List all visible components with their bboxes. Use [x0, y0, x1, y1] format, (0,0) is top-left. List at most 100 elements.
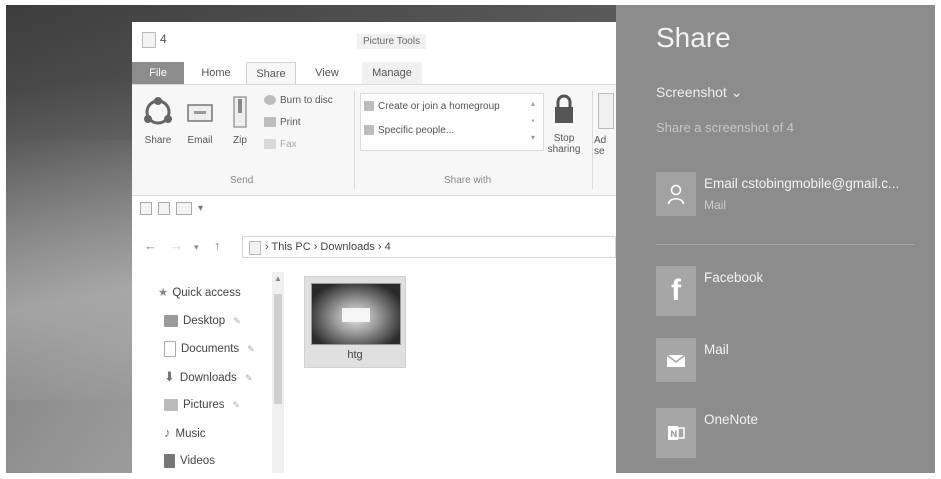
- people-icon: [364, 125, 374, 136]
- email-icon: [187, 104, 213, 122]
- scroll-up-icon[interactable]: ▲: [274, 274, 282, 283]
- up-arrow-icon[interactable]: ↑: [214, 238, 221, 253]
- share-target-mail[interactable]: Mail: [656, 338, 926, 386]
- nav-label: Downloads: [179, 372, 237, 384]
- ribbon-separator: [592, 91, 593, 189]
- ribbon-separator: [354, 91, 355, 189]
- scrollbar-thumb[interactable]: [274, 294, 282, 404]
- pin-icon[interactable]: ✎: [245, 367, 253, 389]
- address-field[interactable]: › This PC › Downloads › 4: [242, 236, 616, 258]
- nav-label: Music: [175, 428, 206, 440]
- share-button-label: Share: [144, 135, 172, 146]
- rename-icon[interactable]: [176, 202, 192, 215]
- folder-icon: [249, 241, 261, 255]
- pin-icon[interactable]: ✎: [233, 394, 241, 416]
- homegroup-icon: [364, 101, 374, 112]
- tab-file[interactable]: File: [132, 62, 184, 84]
- zip-button-label: Zip: [233, 135, 247, 146]
- advanced-security-button[interactable]: Ad se: [594, 93, 616, 157]
- onenote-icon: N: [656, 408, 696, 458]
- recent-locations-icon[interactable]: ▾: [194, 242, 199, 253]
- zip-button[interactable]: Zip: [220, 95, 260, 146]
- print-button[interactable]: Print: [264, 115, 301, 131]
- nav-label: Desktop: [183, 315, 226, 327]
- share-button[interactable]: Share: [138, 95, 178, 146]
- file-item-selected[interactable]: htg: [304, 276, 406, 368]
- nav-item-music[interactable]: ♪ Music: [164, 422, 206, 444]
- share-target-email[interactable]: Email cstobingmobile@gmail.c... Mail: [656, 172, 926, 220]
- gallery-scroll[interactable]: ▴ ▪ ▾: [528, 95, 538, 149]
- new-folder-icon[interactable]: [158, 202, 170, 215]
- nav-item-desktop[interactable]: Desktop ✎: [164, 310, 241, 332]
- music-note-icon: ♪: [164, 425, 171, 440]
- fax-button[interactable]: Fax: [264, 137, 297, 153]
- fax-icon: [264, 139, 276, 150]
- facebook-icon: f: [656, 266, 696, 316]
- person-icon: [656, 172, 696, 216]
- share-divider: [656, 244, 914, 245]
- tab-share[interactable]: Share: [246, 62, 296, 86]
- nav-item-pictures[interactable]: Pictures ✎: [164, 394, 240, 416]
- disc-icon: [264, 95, 276, 106]
- homegroup-item[interactable]: Create or join a homegroup: [364, 99, 500, 115]
- pin-icon[interactable]: ✎: [247, 338, 255, 360]
- share-title: Share: [656, 22, 731, 53]
- advanced-label-1: Ad: [594, 135, 607, 146]
- share-target-facebook[interactable]: f Facebook: [656, 266, 926, 316]
- nav-item-quick-access[interactable]: ★ Quick access: [158, 282, 241, 304]
- nav-label: Videos: [180, 455, 215, 467]
- forward-arrow-icon[interactable]: →: [170, 238, 183, 253]
- printer-icon: [264, 117, 276, 128]
- nav-item-documents[interactable]: Documents ✎: [164, 338, 255, 360]
- share-target-app: Mail: [704, 198, 727, 212]
- burn-label: Burn to disc: [280, 95, 333, 106]
- navigation-scrollbar[interactable]: ▲: [272, 272, 284, 479]
- navigation-pane: ★ Quick access Desktop ✎ Documents ✎ ⬇ Downl…: [132, 272, 282, 479]
- share-target-name: Email cstobingmobile@gmail.c...: [704, 176, 900, 191]
- email-button[interactable]: Email: [180, 95, 220, 146]
- homegroup-label: Create or join a homegroup: [378, 101, 500, 112]
- file-name: htg: [347, 349, 363, 361]
- desktop-icon: [164, 314, 178, 327]
- file-explorer-window: 4 Picture Tools File Home Share View Man…: [132, 22, 616, 479]
- image-thumbnail: [311, 283, 401, 345]
- folder-icon: [142, 32, 156, 48]
- share-target-name: OneNote: [704, 412, 759, 427]
- share-target-name: Facebook: [704, 270, 764, 285]
- ribbon: Share Email Zip Burn to disc Print Fax S…: [132, 84, 616, 196]
- stop-sharing-button[interactable]: Stop sharing: [544, 93, 584, 155]
- address-bar-row: ← → ▾ ↑ › This PC › Downloads › 4: [132, 234, 616, 260]
- nav-label: Quick access: [172, 287, 241, 299]
- zip-icon: [233, 96, 247, 128]
- share-target-name: Mail: [704, 342, 729, 357]
- share-type-dropdown[interactable]: Screenshot ⌄: [656, 84, 742, 101]
- tab-home[interactable]: Home: [196, 62, 236, 84]
- pin-icon[interactable]: ✎: [233, 310, 241, 332]
- share-pane: Share Screenshot ⌄ Share a screenshot of…: [616, 0, 941, 479]
- nav-item-downloads[interactable]: ⬇ Downloads ✎: [164, 366, 252, 388]
- address-path: › This PC › Downloads › 4: [265, 241, 391, 253]
- tab-manage[interactable]: Manage: [362, 62, 422, 84]
- picture-tools-label: Picture Tools: [357, 34, 427, 49]
- share-target-onenote[interactable]: N OneNote: [656, 408, 926, 458]
- email-button-label: Email: [187, 135, 213, 146]
- share-with-group-label: Share with: [444, 175, 492, 186]
- properties-icon[interactable]: [140, 202, 152, 215]
- burn-to-disc-button[interactable]: Burn to disc: [264, 93, 333, 109]
- videos-icon: [164, 453, 175, 468]
- share-description: Share a screenshot of 4: [656, 120, 795, 135]
- lock-icon: [555, 94, 573, 123]
- nav-item-videos[interactable]: Videos: [164, 450, 215, 472]
- send-group-label: Send: [230, 175, 254, 186]
- tab-view[interactable]: View: [307, 62, 347, 84]
- back-arrow-icon[interactable]: ←: [144, 238, 157, 253]
- title-bar: 4 Picture Tools: [132, 22, 616, 60]
- customize-qat-arrow[interactable]: ▾: [198, 203, 203, 214]
- share-icon: [144, 97, 172, 125]
- specific-people-label: Specific people...: [378, 125, 455, 136]
- security-icon: [598, 93, 614, 129]
- ribbon-tabs: File Home Share View Manage: [132, 62, 616, 86]
- star-icon: ★: [158, 287, 169, 299]
- stop-sharing-label-1: Stop: [553, 133, 575, 144]
- specific-people-item[interactable]: Specific people...: [364, 123, 454, 139]
